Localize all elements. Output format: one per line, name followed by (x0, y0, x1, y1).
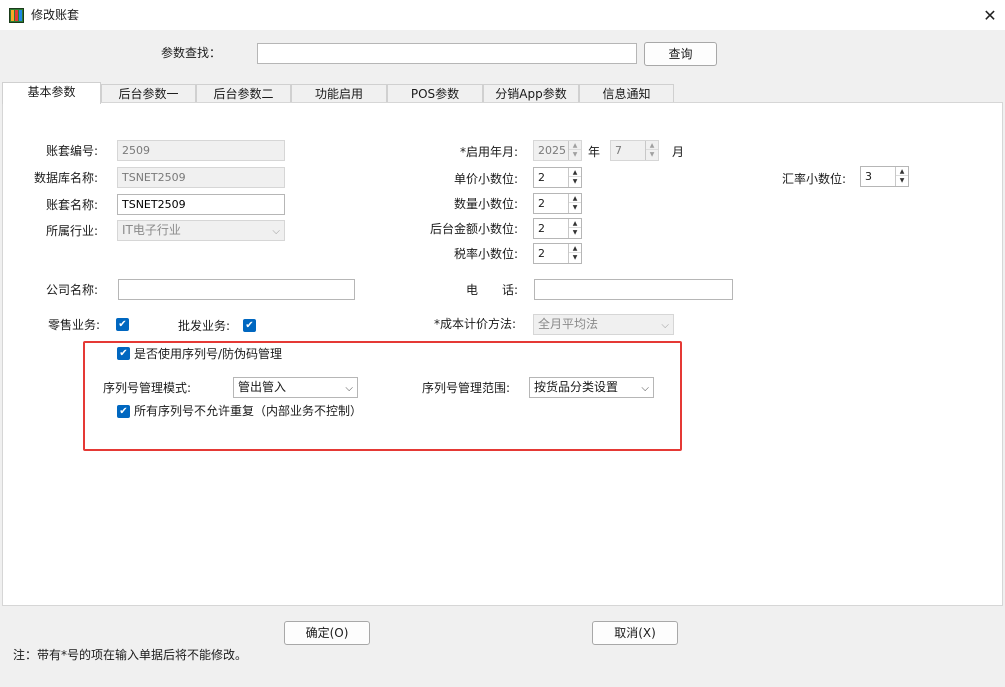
serial-mode-label: 序列号管理模式: (103, 381, 192, 395)
rate-decimals-label: 汇率小数位: (781, 172, 846, 186)
tab-backend-2[interactable]: 后台参数二 (196, 84, 291, 103)
tab-pos[interactable]: POS参数 (387, 84, 483, 103)
price-decimals-value: 2 (538, 171, 545, 184)
ok-button[interactable]: 确定(O) (284, 621, 370, 645)
tax-decimals-value: 2 (538, 247, 545, 260)
tax-decimals-label: 税率小数位: (453, 247, 518, 261)
serial-scope-value: 按货品分类设置 (534, 380, 619, 394)
spin-down-icon[interactable]: ▼ (569, 177, 581, 186)
check-icon: ✔ (245, 320, 254, 331)
use-serial-label: 是否使用序列号/防伪码管理 (134, 347, 283, 361)
chevron-down-icon: ⌵ (661, 320, 669, 331)
industry-value: IT电子行业 (122, 223, 181, 237)
qty-decimals-value: 2 (538, 197, 545, 210)
check-icon: ✔ (118, 319, 127, 330)
spin-up-icon[interactable]: ▲ (569, 244, 581, 253)
app-icon (9, 8, 24, 23)
tab-notification[interactable]: 信息通知 (579, 84, 674, 103)
cancel-button[interactable]: 取消(X) (592, 621, 678, 645)
check-icon: ✔ (119, 406, 128, 417)
spin-up-icon[interactable]: ▲ (569, 219, 581, 228)
close-icon: ✕ (983, 5, 997, 25)
check-icon: ✔ (119, 348, 128, 359)
footer-note: 注：带有*号的项在输入单据后将不能修改。 (13, 648, 248, 662)
spin-down-icon[interactable]: ▼ (896, 176, 908, 185)
company-label: 公司名称: (45, 283, 98, 297)
company-field[interactable] (118, 279, 355, 300)
amount-decimals-label: 后台金额小数位: (429, 222, 518, 236)
tab-distribution-app[interactable]: 分销App参数 (483, 84, 579, 103)
cost-method-label: *成本计价方法: (433, 317, 516, 331)
start-month-value: 7 (615, 144, 622, 157)
year-unit: 年 (588, 145, 601, 159)
amount-decimals-spinner[interactable]: 2 ▲ ▼ (533, 218, 582, 239)
spin-up-icon[interactable]: ▲ (569, 168, 581, 177)
use-serial-checkbox[interactable]: ✔ (117, 347, 130, 360)
spin-down-icon: ▼ (572, 151, 578, 158)
price-decimals-label: 单价小数位: (453, 172, 518, 186)
tab-backend-1[interactable]: 后台参数一 (101, 84, 196, 103)
rate-decimals-spinner[interactable]: 3 ▲ ▼ (860, 166, 909, 187)
qty-decimals-label: 数量小数位: (453, 197, 518, 211)
wholesale-label: 批发业务: (177, 319, 230, 333)
spin-up-icon: ▲ (646, 141, 658, 150)
spin-up-icon[interactable]: ▲ (896, 167, 908, 176)
title-bar: 修改账套 ✕ (0, 0, 1005, 30)
close-button[interactable]: ✕ (977, 4, 1003, 26)
phone-label: 电 话: (465, 283, 518, 297)
serial-scope-label: 序列号管理范围: (422, 381, 511, 395)
no-duplicate-checkbox[interactable]: ✔ (117, 405, 130, 418)
price-decimals-spinner[interactable]: 2 ▲ ▼ (533, 167, 582, 188)
start-month-spinner: 7 ▲ ▼ (610, 140, 659, 161)
account-no-field: 2509 (117, 140, 285, 161)
chevron-down-icon: ⌵ (272, 226, 280, 237)
serial-mode-select[interactable]: 管出管入 ⌵ (233, 377, 358, 398)
search-button[interactable]: 查询 (644, 42, 717, 66)
account-no-label: 账套编号: (45, 144, 98, 158)
industry-select: IT电子行业 ⌵ (117, 220, 285, 241)
account-name-label: 账套名称: (45, 198, 98, 212)
phone-field[interactable] (534, 279, 733, 300)
month-unit: 月 (672, 145, 685, 159)
serial-mode-value: 管出管入 (238, 380, 287, 394)
spin-up-icon: ▲ (569, 141, 581, 150)
wholesale-checkbox[interactable]: ✔ (243, 319, 256, 332)
spin-down-icon[interactable]: ▼ (569, 228, 581, 237)
start-year-value: 2025 (538, 144, 566, 157)
spin-down-icon: ▼ (649, 151, 655, 158)
window-title: 修改账套 (31, 8, 80, 22)
chevron-down-icon: ⌵ (345, 383, 353, 394)
retail-label: 零售业务: (47, 318, 100, 332)
start-year-spinner: 2025 ▲ ▼ (533, 140, 582, 161)
db-name-field: TSNET2509 (117, 167, 285, 188)
cost-method-value: 全月平均法 (538, 317, 599, 331)
account-name-field[interactable]: TSNET2509 (117, 194, 285, 215)
no-duplicate-label: 所有序列号不允许重复（内部业务不控制） (134, 404, 363, 418)
spin-down-icon[interactable]: ▼ (569, 203, 581, 212)
retail-checkbox[interactable]: ✔ (116, 318, 129, 331)
cost-method-select: 全月平均法 ⌵ (533, 314, 674, 335)
industry-label: 所属行业: (45, 224, 98, 238)
start-date-label: *启用年月: (459, 145, 518, 159)
amount-decimals-value: 2 (538, 222, 545, 235)
db-name-label: 数据库名称: (33, 171, 98, 185)
tab-basic[interactable]: 基本参数 (2, 82, 101, 104)
tax-decimals-spinner[interactable]: 2 ▲ ▼ (533, 243, 582, 264)
search-label: 参数查找： (161, 46, 222, 60)
rate-decimals-value: 3 (865, 170, 872, 183)
tab-features[interactable]: 功能启用 (291, 84, 387, 103)
serial-scope-select[interactable]: 按货品分类设置 ⌵ (529, 377, 654, 398)
spin-down-icon[interactable]: ▼ (569, 253, 581, 262)
search-input[interactable] (257, 43, 637, 64)
chevron-down-icon: ⌵ (641, 383, 649, 394)
spin-up-icon[interactable]: ▲ (569, 194, 581, 203)
qty-decimals-spinner[interactable]: 2 ▲ ▼ (533, 193, 582, 214)
